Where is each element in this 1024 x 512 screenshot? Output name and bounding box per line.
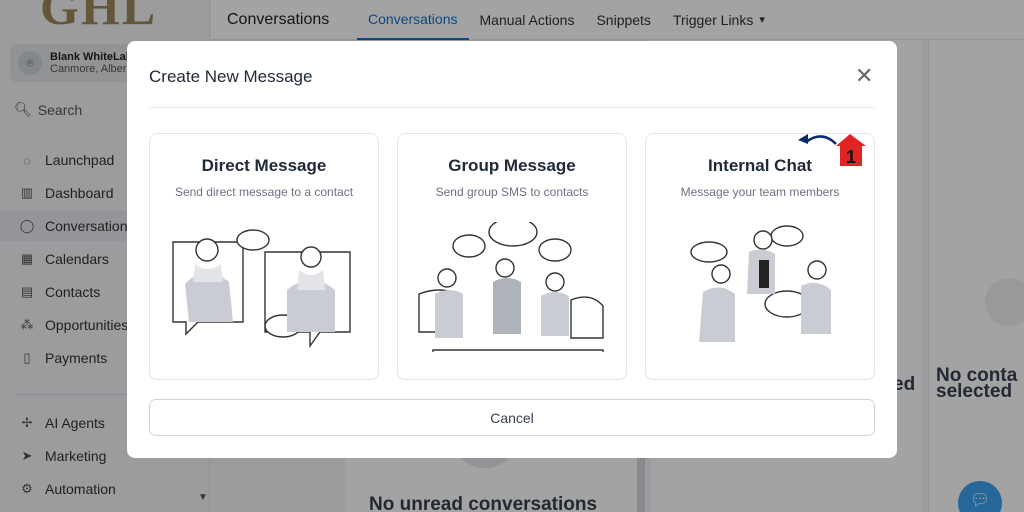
dialog-divider (149, 107, 875, 108)
internal-chat-option[interactable]: Internal Chat Message your team members (645, 133, 875, 380)
option-subtitle: Message your team members (680, 185, 840, 199)
direct-message-illustration (172, 229, 351, 349)
close-icon[interactable]: ✕ (855, 65, 873, 87)
step-marker-icon: 1 (798, 134, 866, 167)
dialog-title: Create New Message (149, 67, 313, 86)
option-title: Group Message (448, 156, 576, 175)
group-message-option[interactable]: Group Message Send group SMS to contacts (397, 133, 627, 380)
cancel-button[interactable]: Cancel (149, 399, 875, 436)
option-subtitle: Send group SMS to contacts (435, 185, 589, 199)
internal-chat-illustration (690, 225, 831, 342)
option-title: Direct Message (201, 156, 327, 175)
option-subtitle: Send direct message to a contact (174, 185, 354, 199)
step-number: 1 (846, 147, 856, 167)
group-message-illustration (418, 222, 604, 352)
direct-message-option[interactable]: Direct Message Send direct message to a … (149, 133, 379, 380)
create-message-dialog: Create New Message ✕ Direct Message Send… (127, 41, 897, 458)
